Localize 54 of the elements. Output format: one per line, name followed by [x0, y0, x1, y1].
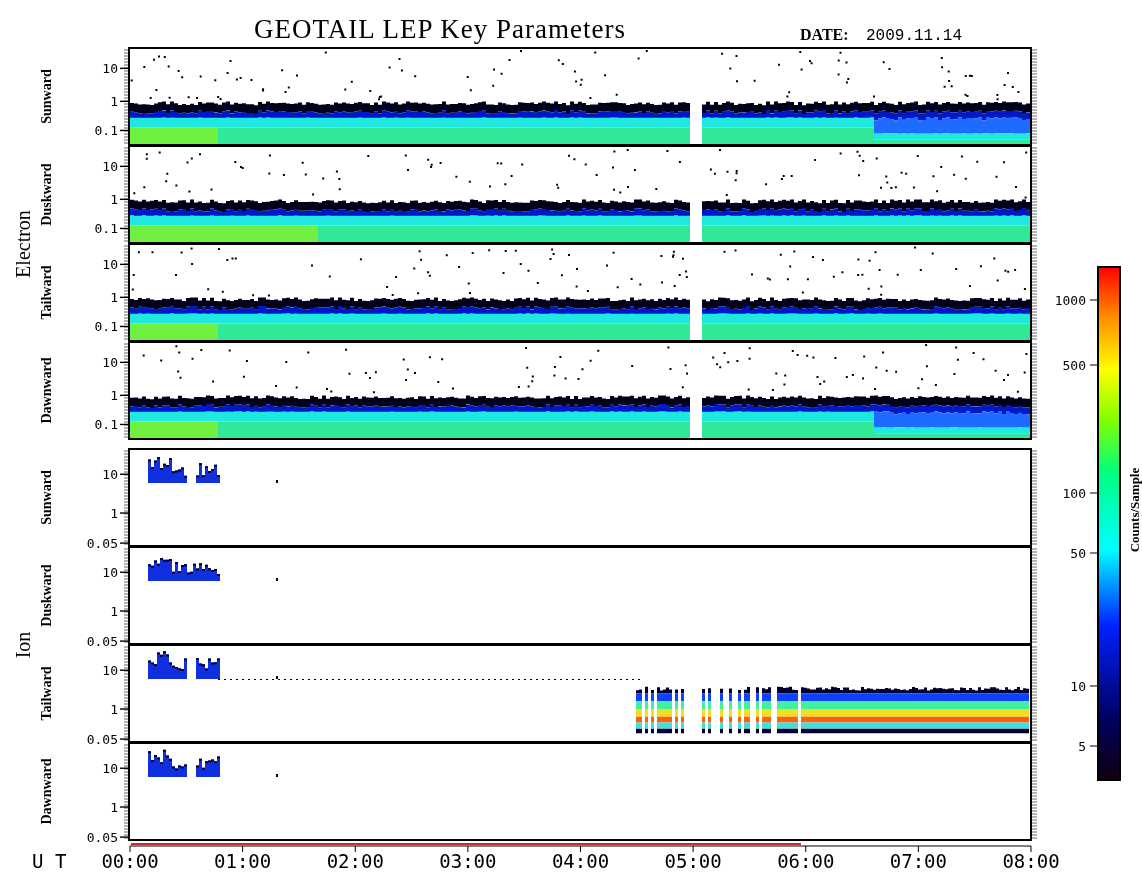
- date-label: DATE:: [800, 26, 849, 43]
- axis-tick-label: 1: [110, 800, 118, 815]
- axis-tick-label: 1: [110, 94, 118, 110]
- colorbar-tick-label: 10: [1070, 679, 1086, 694]
- panel-label: Tailward: [39, 666, 54, 721]
- axis-tick-label: 03:00: [439, 850, 497, 872]
- axis-tick-label: 1: [110, 388, 118, 404]
- panel-label: Dawnward: [39, 758, 54, 825]
- axis-tick-label: 0.1: [94, 123, 118, 139]
- axis-tick-label: 05:00: [664, 850, 722, 872]
- axis-tick-label: 06:00: [777, 850, 835, 872]
- group-label: Ion: [12, 631, 34, 659]
- panel-label: Sunward: [39, 470, 54, 525]
- colorbar-tick-label: 1000: [1054, 293, 1086, 308]
- axis-tick-label: 0.05: [86, 536, 118, 552]
- axis-tick-label: 10: [102, 159, 118, 175]
- colorbar-label: Counts/Sample: [1127, 467, 1142, 553]
- axis-tick-label: 0.05: [86, 732, 118, 748]
- axis-tick-label: 1: [110, 702, 118, 717]
- panel-label: Duskward: [39, 564, 54, 627]
- axis-tick-label: 10: [102, 61, 118, 77]
- axis-tick-label: 0.05: [86, 634, 118, 650]
- colorbar-tick-label: 500: [1062, 358, 1086, 373]
- group-label: Electron: [12, 210, 34, 278]
- colorbar-tick-label: 50: [1070, 546, 1086, 561]
- panel-label: Sunward: [39, 69, 54, 124]
- panel-label: Duskward: [39, 163, 54, 226]
- axis-tick-label: 10: [102, 467, 118, 483]
- axis-tick-label: 00:00: [101, 850, 159, 872]
- colorbar-tick-label: 100: [1062, 486, 1086, 501]
- axis-tick-label: 0.1: [94, 319, 118, 335]
- axis-tick-label: 04:00: [551, 850, 610, 872]
- axis-tick-label: 10: [102, 565, 118, 581]
- axis-tick-label: 10: [102, 761, 118, 777]
- panel-label: Tailward: [39, 265, 54, 320]
- axis-tick-label: 08:00: [1002, 850, 1060, 872]
- axis-tick-label: 1: [110, 506, 118, 521]
- axis-tick-label: 07:00: [889, 850, 947, 872]
- panel-label: Dawnward: [39, 357, 54, 424]
- axis-tick-label: 0.1: [94, 221, 118, 237]
- chart-title: GEOTAIL LEP Key Parameters: [254, 14, 626, 44]
- x-axis-label: U T: [32, 850, 67, 872]
- axis-tick-label: 0.1: [94, 417, 118, 433]
- axis-tick-label: 1: [110, 604, 118, 619]
- axis-tick-label: 0.05: [86, 830, 118, 846]
- axis-tick-label: 1: [110, 192, 118, 208]
- axis-tick-label: 02:00: [326, 850, 384, 872]
- axis-tick-label: 10: [102, 663, 118, 679]
- axis-tick-label: 01:00: [214, 850, 272, 872]
- axis-tick-label: 1: [110, 290, 118, 306]
- colorbar-tick-label: 5: [1078, 739, 1086, 754]
- axis-tick-label: 10: [102, 257, 118, 273]
- axis-tick-label: 10: [102, 355, 118, 371]
- date-value: 2009.11.14: [866, 27, 962, 45]
